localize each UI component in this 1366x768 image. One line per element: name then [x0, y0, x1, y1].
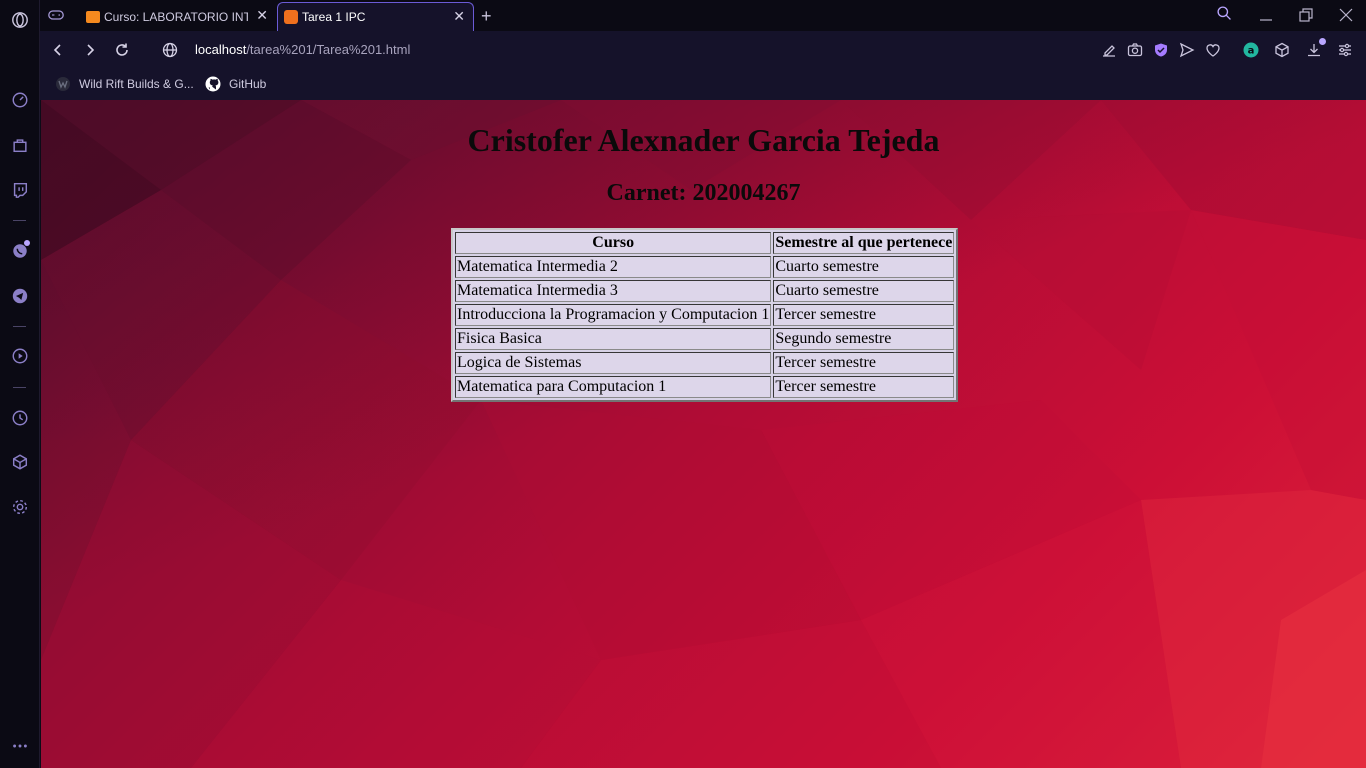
heart-icon[interactable] — [1204, 41, 1222, 59]
tab-title: Tarea 1 IPC — [302, 10, 366, 24]
more-icon[interactable] — [9, 735, 31, 757]
send-icon[interactable] — [1178, 41, 1196, 59]
close-window-icon[interactable] — [1339, 8, 1353, 25]
speed-dial-icon[interactable] — [9, 89, 31, 111]
semester-cell: Tercer semestre — [773, 352, 955, 374]
course-cell: Fisica Basica — [455, 328, 772, 350]
bookmark-label: GitHub — [229, 77, 267, 91]
history-icon[interactable] — [9, 407, 31, 429]
restore-icon[interactable] — [1299, 8, 1313, 25]
web-page: Cristofer Alexnader Garcia Tejeda Carnet… — [41, 100, 1366, 768]
tab-bar: Curso: LABORATORIO INTR ✕ Tarea 1 IPC ✕ … — [40, 0, 1366, 31]
semester-cell: Tercer semestre — [773, 376, 955, 398]
table-row: Matematica para Computacion 1 Tercer sem… — [455, 376, 955, 398]
telegram-icon[interactable] — [9, 285, 31, 307]
github-icon — [205, 76, 221, 92]
opera-logo-icon[interactable] — [9, 9, 31, 31]
close-tab-icon[interactable]: ✕ — [256, 8, 268, 22]
player-icon[interactable] — [9, 345, 31, 367]
back-button[interactable] — [48, 40, 68, 60]
extensions-icon[interactable] — [9, 451, 31, 473]
notification-dot — [24, 240, 30, 246]
forward-button[interactable] — [80, 40, 100, 60]
gamepad-icon — [48, 9, 64, 24]
table-row: Matematica Intermedia 3 Cuarto semestre — [455, 280, 955, 302]
tab-tarea-1-ipc[interactable]: Tarea 1 IPC ✕ — [277, 2, 474, 31]
download-badge-dot — [1319, 38, 1326, 45]
bookmark-github[interactable]: GitHub — [205, 76, 266, 92]
url-path: /tarea%201/Tarea%201.html — [246, 42, 411, 57]
svg-text:a: a — [1248, 46, 1255, 57]
reload-button[interactable] — [112, 40, 132, 60]
table-row: Fisica Basica Segundo semestre — [455, 328, 955, 350]
xampp-favicon-icon — [284, 10, 298, 24]
shopping-bag-icon[interactable] — [9, 134, 31, 156]
new-tab-button[interactable]: + — [481, 2, 499, 31]
course-cell: Matematica para Computacion 1 — [455, 376, 772, 398]
courses-table: Curso Semestre al que pertenece Matemati… — [451, 228, 959, 402]
page-subheading: Carnet: 202004267 — [606, 180, 801, 206]
cube-extensions-icon[interactable] — [1273, 41, 1291, 59]
aria-assistant-icon[interactable]: a — [1242, 41, 1260, 59]
table-row: Logica de Sistemas Tercer semestre — [455, 352, 955, 374]
page-heading: Cristofer Alexnader Garcia Tejeda — [467, 122, 940, 158]
tab-title: Curso: LABORATORIO INTR — [104, 9, 248, 24]
table-row: Matematica Intermedia 2 Cuarto semestre — [455, 256, 955, 278]
bookmark-wild-rift[interactable]: Wild Rift Builds & G... — [55, 76, 194, 92]
snapshot-camera-icon[interactable] — [1126, 41, 1144, 59]
sidebar-divider — [13, 387, 26, 388]
url-field[interactable]: localhost/tarea%201/Tarea%201.html — [195, 42, 410, 57]
column-header-semestre: Semestre al que pertenece — [773, 232, 955, 254]
sidebar-divider — [13, 220, 26, 221]
course-cell: Matematica Intermedia 3 — [455, 280, 772, 302]
wild-rift-icon — [55, 76, 71, 92]
easy-setup-icon[interactable] — [1336, 41, 1354, 59]
sidebar-divider — [13, 326, 26, 327]
tab-curso-laboratorio[interactable]: Curso: LABORATORIO INTR ✕ — [84, 2, 276, 31]
course-cell: Matematica Intermedia 2 — [455, 256, 772, 278]
bookmark-label: Wild Rift Builds & G... — [79, 77, 194, 91]
vpn-shield-icon[interactable] — [1152, 41, 1170, 59]
semester-cell: Cuarto semestre — [773, 280, 955, 302]
table-header-row: Curso Semestre al que pertenece — [455, 232, 955, 254]
semester-cell: Cuarto semestre — [773, 256, 955, 278]
settings-icon[interactable] — [9, 496, 31, 518]
table-row: Introducciona la Programacion y Computac… — [455, 304, 955, 326]
course-cell: Introducciona la Programacion y Computac… — [455, 304, 772, 326]
site-info-globe-icon[interactable] — [160, 40, 180, 60]
column-header-curso: Curso — [455, 232, 772, 254]
semester-cell: Tercer semestre — [773, 304, 955, 326]
browser-sidebar — [0, 0, 40, 768]
url-host: localhost — [195, 42, 247, 57]
search-tabs-icon[interactable] — [1216, 5, 1233, 25]
address-bar: localhost/tarea%201/Tarea%201.html a — [40, 31, 1366, 69]
bookmarks-bar: Wild Rift Builds & G... GitHub — [40, 69, 1366, 100]
edit-icon[interactable] — [1100, 41, 1118, 59]
course-cell: Logica de Sistemas — [455, 352, 772, 374]
semester-cell: Segundo semestre — [773, 328, 955, 350]
tab-workspace[interactable] — [48, 2, 74, 31]
close-tab-icon[interactable]: ✕ — [453, 9, 465, 23]
minimize-icon[interactable] — [1259, 8, 1273, 25]
moodle-favicon-icon — [86, 10, 100, 23]
twitch-icon[interactable] — [9, 179, 31, 201]
